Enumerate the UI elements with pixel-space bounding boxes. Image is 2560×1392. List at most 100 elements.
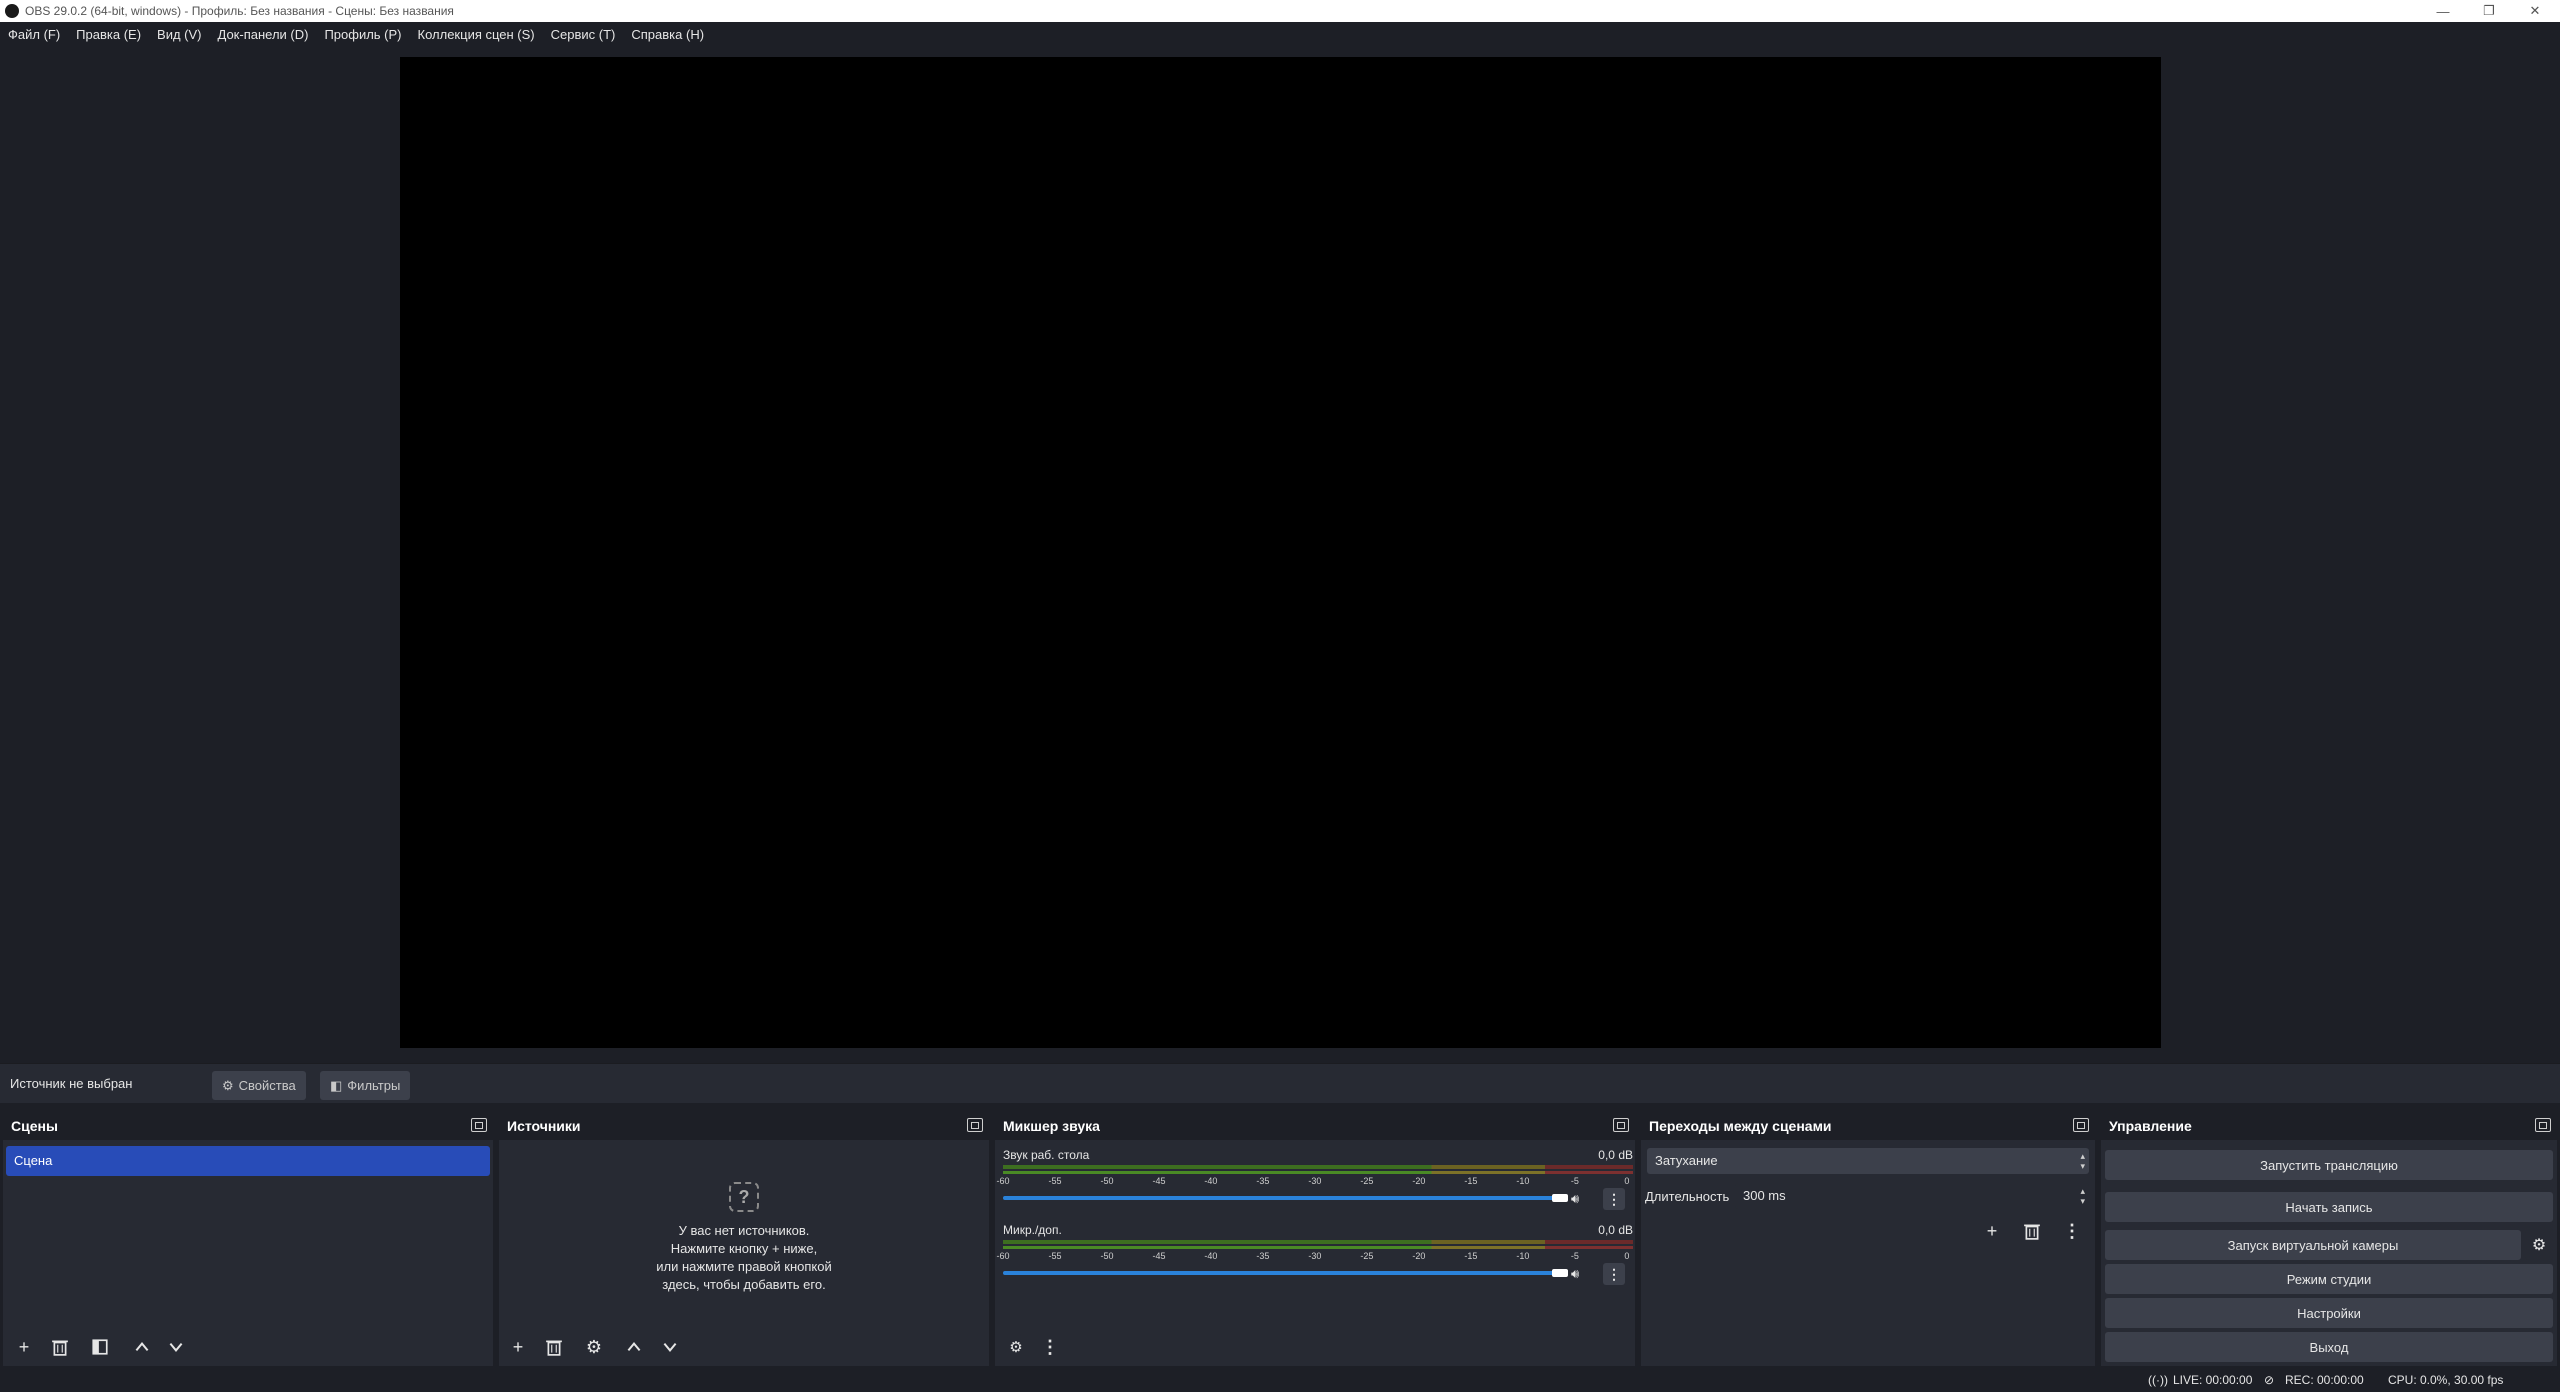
empty-line-4: здесь, чтобы добавить его. bbox=[662, 1277, 826, 1292]
filters-button[interactable]: ◧ Фильтры bbox=[320, 1071, 411, 1100]
tick-label: -55 bbox=[1048, 1251, 1062, 1261]
audio-mixer-dock: Микшер звука Звук раб. стола 0,0 dB -60 … bbox=[995, 1110, 1635, 1366]
scene-list-item[interactable]: Сцена bbox=[6, 1146, 490, 1176]
menu-help[interactable]: Справка (H) bbox=[625, 22, 710, 48]
duration-spinbox[interactable]: 300 ms ▴ ▾ bbox=[1735, 1183, 2089, 1209]
float-dock-icon[interactable] bbox=[2535, 1118, 2551, 1132]
float-dock-icon[interactable] bbox=[471, 1118, 487, 1132]
trash-icon bbox=[546, 1340, 562, 1356]
menu-profile[interactable]: Профиль (P) bbox=[318, 22, 407, 48]
start-virtual-camera-button[interactable]: Запуск виртуальной камеры bbox=[2105, 1230, 2521, 1260]
tick-label: -5 bbox=[1570, 1251, 1579, 1261]
menu-edit[interactable]: Правка (E) bbox=[70, 22, 147, 48]
speaker-icon[interactable]: 🔊︎ bbox=[1571, 1266, 1589, 1281]
rec-timer: REC: 00:00:00 bbox=[2285, 1373, 2364, 1387]
question-icon: ? bbox=[729, 1182, 759, 1212]
tick-label: -40 bbox=[1204, 1251, 1218, 1261]
properties-button[interactable]: ⚙ Свойства bbox=[212, 1071, 306, 1100]
tick-label: -35 bbox=[1256, 1176, 1270, 1186]
speaker-icon[interactable]: 🔊︎ bbox=[1571, 1191, 1589, 1206]
add-scene-button[interactable]: + bbox=[9, 1333, 39, 1361]
exit-button[interactable]: Выход bbox=[2105, 1332, 2553, 1362]
float-dock-icon[interactable] bbox=[967, 1118, 983, 1132]
menu-file[interactable]: Файл (F) bbox=[2, 22, 66, 48]
remove-scene-button[interactable] bbox=[45, 1333, 75, 1361]
menu-view[interactable]: Вид (V) bbox=[151, 22, 207, 48]
transition-menu-button[interactable]: ⋮ bbox=[2057, 1217, 2087, 1245]
gear-icon: ⚙ bbox=[1009, 1339, 1023, 1356]
source-properties-button[interactable]: ⚙ bbox=[579, 1333, 609, 1361]
scene-filters-button[interactable] bbox=[85, 1333, 115, 1361]
window-titlebar: OBS 29.0.2 (64-bit, windows) - Профиль: … bbox=[0, 0, 2560, 22]
menu-tools[interactable]: Сервис (T) bbox=[545, 22, 622, 48]
remove-source-button[interactable] bbox=[539, 1333, 569, 1361]
duration-label: Длительность bbox=[1645, 1189, 1730, 1204]
move-source-up-button[interactable] bbox=[619, 1333, 649, 1361]
chevron-up-icon bbox=[627, 1342, 641, 1352]
track-menu-button[interactable]: ⋮ bbox=[1603, 1263, 1625, 1285]
tick-label: -50 bbox=[1100, 1251, 1114, 1261]
move-source-down-button[interactable] bbox=[655, 1333, 685, 1361]
settings-button[interactable]: Настройки bbox=[2105, 1298, 2553, 1328]
mixer-menu-button[interactable]: ⋮ bbox=[1035, 1333, 1065, 1361]
tick-label: -60 bbox=[996, 1251, 1010, 1261]
close-button[interactable]: ✕ bbox=[2512, 0, 2558, 22]
controls-title: Управление bbox=[2109, 1118, 2192, 1134]
record-status-icon: ⊘ bbox=[2264, 1373, 2275, 1387]
tick-label: -15 bbox=[1464, 1176, 1478, 1186]
virtual-camera-settings-button[interactable]: ⚙ bbox=[2525, 1230, 2553, 1260]
add-transition-button[interactable]: + bbox=[1977, 1217, 2007, 1245]
volume-slider-handle[interactable] bbox=[1552, 1269, 1568, 1277]
track-menu-button[interactable]: ⋮ bbox=[1603, 1188, 1625, 1210]
filter-icon bbox=[92, 1339, 108, 1355]
transition-select[interactable]: Затухание ▴ ▾ bbox=[1647, 1148, 2089, 1174]
volume-meter bbox=[1003, 1171, 1633, 1174]
tick-label: -20 bbox=[1412, 1251, 1426, 1261]
menu-scene-collection[interactable]: Коллекция сцен (S) bbox=[412, 22, 541, 48]
start-streaming-button[interactable]: Запустить трансляцию bbox=[2105, 1150, 2553, 1180]
tick-label: -35 bbox=[1256, 1251, 1270, 1261]
add-source-button[interactable]: + bbox=[503, 1333, 533, 1361]
transition-selected: Затухание bbox=[1655, 1153, 1718, 1168]
maximize-button[interactable]: ❐ bbox=[2466, 0, 2512, 22]
no-source-label: Источник не выбран bbox=[10, 1076, 133, 1091]
kebab-icon: ⋮ bbox=[2063, 1220, 2081, 1241]
kebab-icon: ⋮ bbox=[1607, 1265, 1621, 1282]
move-scene-up-button[interactable] bbox=[127, 1333, 157, 1361]
tick-label: -25 bbox=[1360, 1176, 1374, 1186]
plus-icon: + bbox=[512, 1336, 524, 1357]
remove-transition-button[interactable] bbox=[2017, 1217, 2047, 1245]
scenes-title: Сцены bbox=[11, 1118, 58, 1134]
start-recording-button[interactable]: Начать запись bbox=[2105, 1192, 2553, 1222]
volume-slider[interactable] bbox=[1003, 1271, 1563, 1275]
tick-label: -10 bbox=[1516, 1251, 1530, 1261]
studio-mode-button[interactable]: Режим студии bbox=[2105, 1264, 2553, 1294]
mixer-dock-header: Микшер звука bbox=[995, 1110, 1635, 1140]
float-dock-icon[interactable] bbox=[1613, 1118, 1629, 1132]
preview-canvas[interactable] bbox=[400, 57, 2161, 1048]
kebab-icon: ⋮ bbox=[1607, 1190, 1621, 1207]
filters-label: Фильтры bbox=[347, 1078, 401, 1093]
duration-value: 300 ms bbox=[1743, 1188, 1786, 1203]
tick-label: -50 bbox=[1100, 1176, 1114, 1186]
empty-line-3: или нажмите правой кнопкой bbox=[656, 1259, 832, 1274]
track-db: 0,0 dB bbox=[1598, 1223, 1633, 1237]
volume-slider-handle[interactable] bbox=[1552, 1194, 1568, 1202]
minimize-button[interactable]: — bbox=[2420, 0, 2466, 22]
volume-slider[interactable] bbox=[1003, 1196, 1563, 1200]
float-dock-icon[interactable] bbox=[2073, 1118, 2089, 1132]
volume-meter bbox=[1003, 1165, 1633, 1169]
filter-icon: ◧ bbox=[330, 1077, 343, 1093]
sources-empty-placeholder[interactable]: ? У вас нет источников. Нажмите кнопку +… bbox=[499, 1182, 989, 1294]
cpu-fps: CPU: 0.0%, 30.00 fps bbox=[2388, 1373, 2504, 1387]
transitions-title: Переходы между сценами bbox=[1649, 1118, 1832, 1134]
menu-docks[interactable]: Док-панели (D) bbox=[212, 22, 315, 48]
scenes-dock: Сцены Сцена + bbox=[3, 1110, 493, 1366]
trash-icon bbox=[52, 1340, 68, 1356]
meter-ticks: -60 -55 -50 -45 -40 -35 -30 -25 -20 -15 … bbox=[996, 1176, 1637, 1186]
advanced-audio-button[interactable]: ⚙ bbox=[1001, 1333, 1031, 1361]
chevron-up-icon bbox=[135, 1342, 149, 1352]
controls-dock-header: Управление bbox=[2101, 1110, 2557, 1140]
track-name: Звук раб. стола bbox=[1003, 1148, 1090, 1162]
move-scene-down-button[interactable] bbox=[161, 1333, 191, 1361]
